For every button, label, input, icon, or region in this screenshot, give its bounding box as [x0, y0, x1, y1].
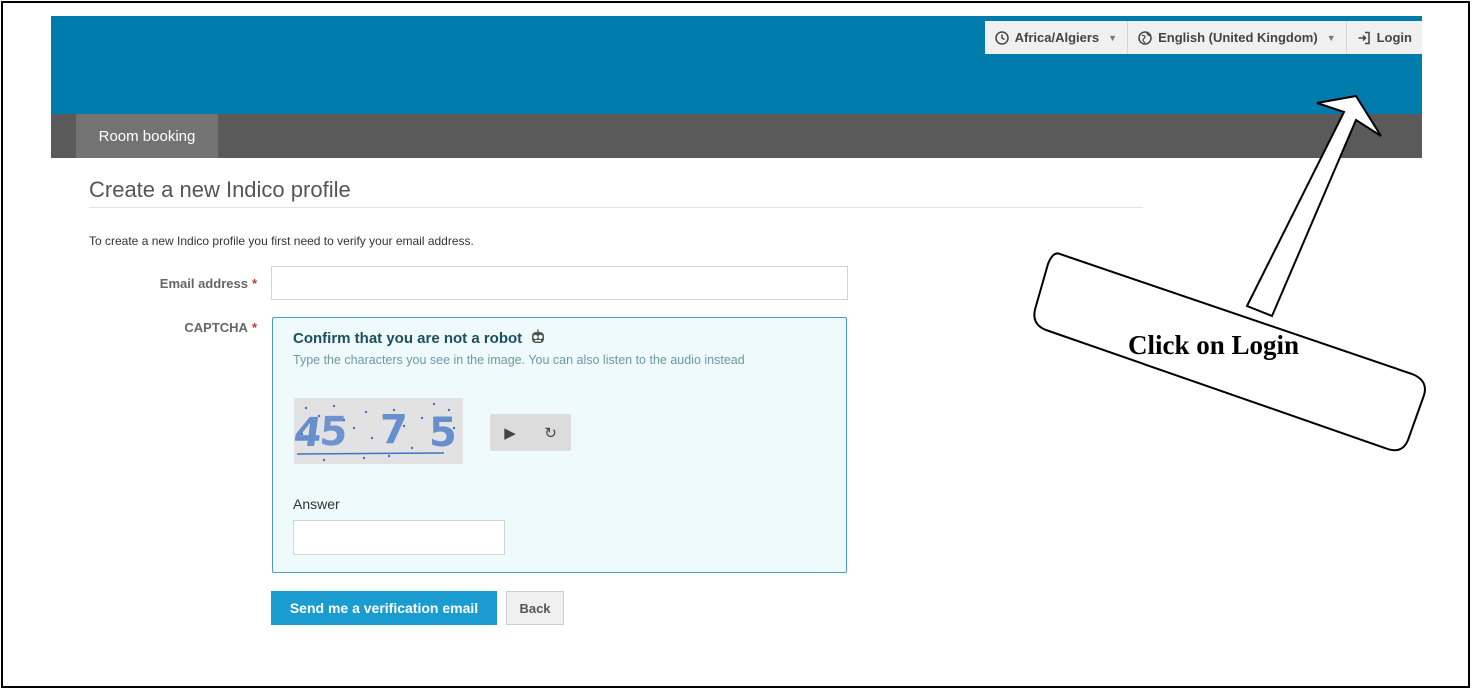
play-icon[interactable]: ▶	[504, 424, 516, 442]
top-menu: Africa/Algiers ▼ English (United Kingdom…	[984, 21, 1422, 54]
tab-room-booking[interactable]: Room booking	[76, 114, 218, 158]
language-selector[interactable]: English (United Kingdom) ▼	[1128, 21, 1347, 54]
timezone-selector[interactable]: Africa/Algiers ▼	[985, 21, 1129, 54]
captcha-answer-input[interactable]	[293, 520, 505, 555]
header-bar: Africa/Algiers ▼ English (United Kingdom…	[51, 16, 1422, 114]
captcha-label-text: CAPTCHA	[184, 320, 248, 335]
captcha-image: 4 5 7 5	[291, 398, 463, 464]
timezone-label: Africa/Algiers	[1014, 30, 1100, 45]
language-label: English (United Kingdom)	[1158, 30, 1318, 45]
required-mark: *	[251, 276, 257, 291]
annotation-text: Click on Login	[1128, 330, 1300, 360]
title-divider	[89, 207, 1143, 208]
captcha-panel: Confirm that you are not a robot Type th…	[272, 317, 847, 573]
email-field[interactable]	[271, 266, 848, 300]
send-verification-button[interactable]: Send me a verification email	[271, 591, 497, 625]
captcha-subtitle: Type the characters you see in the image…	[293, 353, 745, 367]
robot-icon	[530, 329, 546, 349]
nav-bar: Room booking	[51, 114, 1422, 158]
captcha-label: CAPTCHA *	[87, 320, 257, 335]
globe-icon	[1138, 30, 1152, 45]
clock-icon	[994, 30, 1009, 45]
refresh-icon[interactable]: ↻	[544, 424, 557, 442]
email-label-text: Email address	[159, 276, 248, 291]
back-button[interactable]: Back	[506, 591, 564, 625]
intro-text: To create a new Indico profile you first…	[89, 234, 474, 248]
required-mark: *	[251, 320, 257, 335]
chevron-down-icon: ▼	[1108, 32, 1118, 43]
login-label: Login	[1376, 30, 1412, 45]
chevron-down-icon: ▼	[1326, 32, 1336, 43]
captcha-title: Confirm that you are not a robot	[293, 329, 546, 349]
login-icon	[1357, 31, 1371, 45]
email-label: Email address *	[87, 276, 257, 291]
svg-text:5: 5	[429, 410, 457, 456]
answer-label: Answer	[293, 496, 340, 512]
svg-text:7: 7	[380, 407, 408, 453]
svg-text:5: 5	[318, 409, 349, 455]
captcha-controls: ▶ ↻	[490, 414, 571, 451]
login-button[interactable]: Login	[1347, 21, 1422, 54]
captcha-title-text: Confirm that you are not a robot	[293, 330, 523, 347]
page-title: Create a new Indico profile	[89, 177, 351, 202]
